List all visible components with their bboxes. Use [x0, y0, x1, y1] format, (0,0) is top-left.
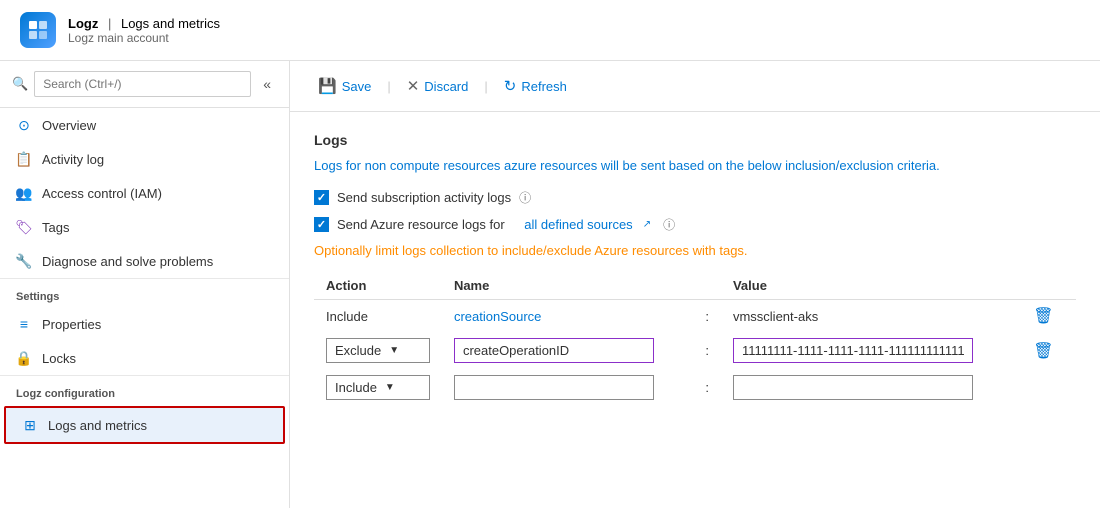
header-text: Logz | Logs and metrics Logz main accoun… [68, 16, 220, 45]
properties-icon: ≡ [16, 316, 32, 332]
refresh-icon: ↻ [504, 77, 517, 95]
refresh-button[interactable]: ↻ Refresh [496, 73, 575, 99]
row1-delete-icon[interactable]: 🗑 [1029, 306, 1057, 327]
checkbox-row-1: ✓ Send subscription activity logs ⓘ [314, 189, 1076, 206]
toolbar: 💾 Save | ✕ Discard | ↻ Refresh [290, 61, 1100, 112]
row2-value [721, 332, 1017, 369]
sidebar-label-diagnose: Diagnose and solve problems [42, 254, 213, 269]
row1-colon: : [693, 300, 721, 333]
checkbox-1-label: Send subscription activity logs [337, 190, 511, 205]
activity-log-icon: 📋 [16, 151, 32, 167]
sidebar-item-overview[interactable]: ⊙ Overview [0, 108, 289, 142]
row3-delete [1017, 369, 1076, 406]
optional-text: Optionally limit logs collection to incl… [314, 243, 1076, 258]
logs-section-title: Logs [314, 132, 1076, 148]
row2-delete-icon[interactable]: 🗑 [1029, 341, 1057, 362]
external-link-icon: ↗ [643, 219, 651, 230]
logs-metrics-icon: ⊞ [22, 417, 38, 433]
sidebar-item-access-control[interactable]: 👥 Access control (IAM) [0, 176, 289, 210]
lock-icon: 🔒 [16, 350, 32, 366]
sidebar: 🔍 « ⊙ Overview 📋 Activity log 👥 Access c… [0, 61, 290, 508]
checkbox-2[interactable]: ✓ [314, 217, 329, 232]
col-action: Action [314, 272, 442, 300]
save-icon: 💾 [318, 77, 337, 95]
save-button[interactable]: 💾 Save [310, 73, 379, 99]
checkbox-row-2: ✓ Send Azure resource logs for all defin… [314, 216, 1076, 233]
table-row: Include creationSource : vmssclient-aks … [314, 300, 1076, 333]
row2-colon: : [693, 332, 721, 369]
discard-icon: ✕ [407, 77, 420, 95]
sidebar-item-activity-log[interactable]: 📋 Activity log [0, 142, 289, 176]
chevron-down-icon: ▼ [385, 382, 395, 393]
chevron-down-icon: ▼ [389, 345, 399, 356]
search-icon: 🔍 [12, 76, 28, 92]
main-layout: 🔍 « ⊙ Overview 📋 Activity log 👥 Access c… [0, 61, 1100, 508]
sidebar-item-locks[interactable]: 🔒 Locks [0, 341, 289, 375]
row2-name-input[interactable] [454, 338, 654, 363]
sidebar-label-tags: Tags [42, 220, 69, 235]
content-body: Logs Logs for non compute resources azur… [290, 112, 1100, 426]
sidebar-label-properties: Properties [42, 317, 101, 332]
diagnose-icon: 🔧 [16, 253, 32, 269]
app-logo [20, 12, 56, 48]
header: Logz | Logs and metrics Logz main accoun… [0, 0, 1100, 61]
overview-icon: ⊙ [16, 117, 32, 133]
tags-icon: 🏷 [16, 219, 32, 235]
row2-action-dropdown[interactable]: Exclude ▼ [326, 338, 430, 363]
checkbox-2-label-prefix: Send Azure resource logs for [337, 217, 505, 232]
table-row: Include ▼ : [314, 369, 1076, 406]
iam-icon: 👥 [16, 185, 32, 201]
search-box: 🔍 « [0, 61, 289, 108]
sidebar-label-activity-log: Activity log [42, 152, 104, 167]
row1-delete: 🗑 [1017, 300, 1076, 333]
row3-action: Include ▼ [314, 369, 442, 406]
row1-action: Include [314, 300, 442, 333]
table-row: Exclude ▼ : 🗑 [314, 332, 1076, 369]
row3-name-input[interactable] [454, 375, 654, 400]
col-colon [693, 272, 721, 300]
content-area: 💾 Save | ✕ Discard | ↻ Refresh Logs Logs… [290, 61, 1100, 508]
row1-name: creationSource [442, 300, 693, 333]
row2-value-input[interactable] [733, 338, 973, 363]
header-subtitle: Logz main account [68, 31, 220, 45]
discard-button[interactable]: ✕ Discard [399, 73, 477, 99]
sidebar-label-logs-metrics: Logs and metrics [48, 418, 147, 433]
sidebar-item-tags[interactable]: 🏷 Tags [0, 210, 289, 244]
collapse-button[interactable]: « [257, 74, 277, 94]
checkbox-2-link[interactable]: all defined sources [524, 217, 632, 232]
sidebar-label-overview: Overview [42, 118, 96, 133]
row2-action: Exclude ▼ [314, 332, 442, 369]
row3-name [442, 369, 693, 406]
sidebar-item-properties[interactable]: ≡ Properties [0, 307, 289, 341]
row3-action-dropdown[interactable]: Include ▼ [326, 375, 430, 400]
row2-name [442, 332, 693, 369]
logz-config-section-label: Logz configuration [0, 375, 289, 404]
info-icon-1[interactable]: ⓘ [519, 189, 531, 206]
settings-section-label: Settings [0, 278, 289, 307]
row2-delete: 🗑 [1017, 332, 1076, 369]
row1-value: vmssclient-aks [721, 300, 1017, 333]
tag-table: Action Name Value Include creati [314, 272, 1076, 406]
col-delete [1017, 272, 1076, 300]
row3-value-input[interactable] [733, 375, 973, 400]
logs-description: Logs for non compute resources azure res… [314, 158, 1076, 173]
row3-colon: : [693, 369, 721, 406]
row3-value [721, 369, 1017, 406]
checkbox-1[interactable]: ✓ [314, 190, 329, 205]
row1-name-link[interactable]: creationSource [454, 309, 541, 324]
sidebar-label-access-control: Access control (IAM) [42, 186, 162, 201]
sidebar-item-logs-metrics[interactable]: ⊞ Logs and metrics [6, 408, 283, 442]
header-title: Logz | Logs and metrics [68, 16, 220, 31]
col-value: Value [721, 272, 1017, 300]
info-icon-2[interactable]: ⓘ [663, 216, 675, 233]
sidebar-item-diagnose[interactable]: 🔧 Diagnose and solve problems [0, 244, 289, 278]
col-name: Name [442, 272, 693, 300]
sidebar-label-locks: Locks [42, 351, 76, 366]
search-input[interactable] [34, 71, 251, 97]
